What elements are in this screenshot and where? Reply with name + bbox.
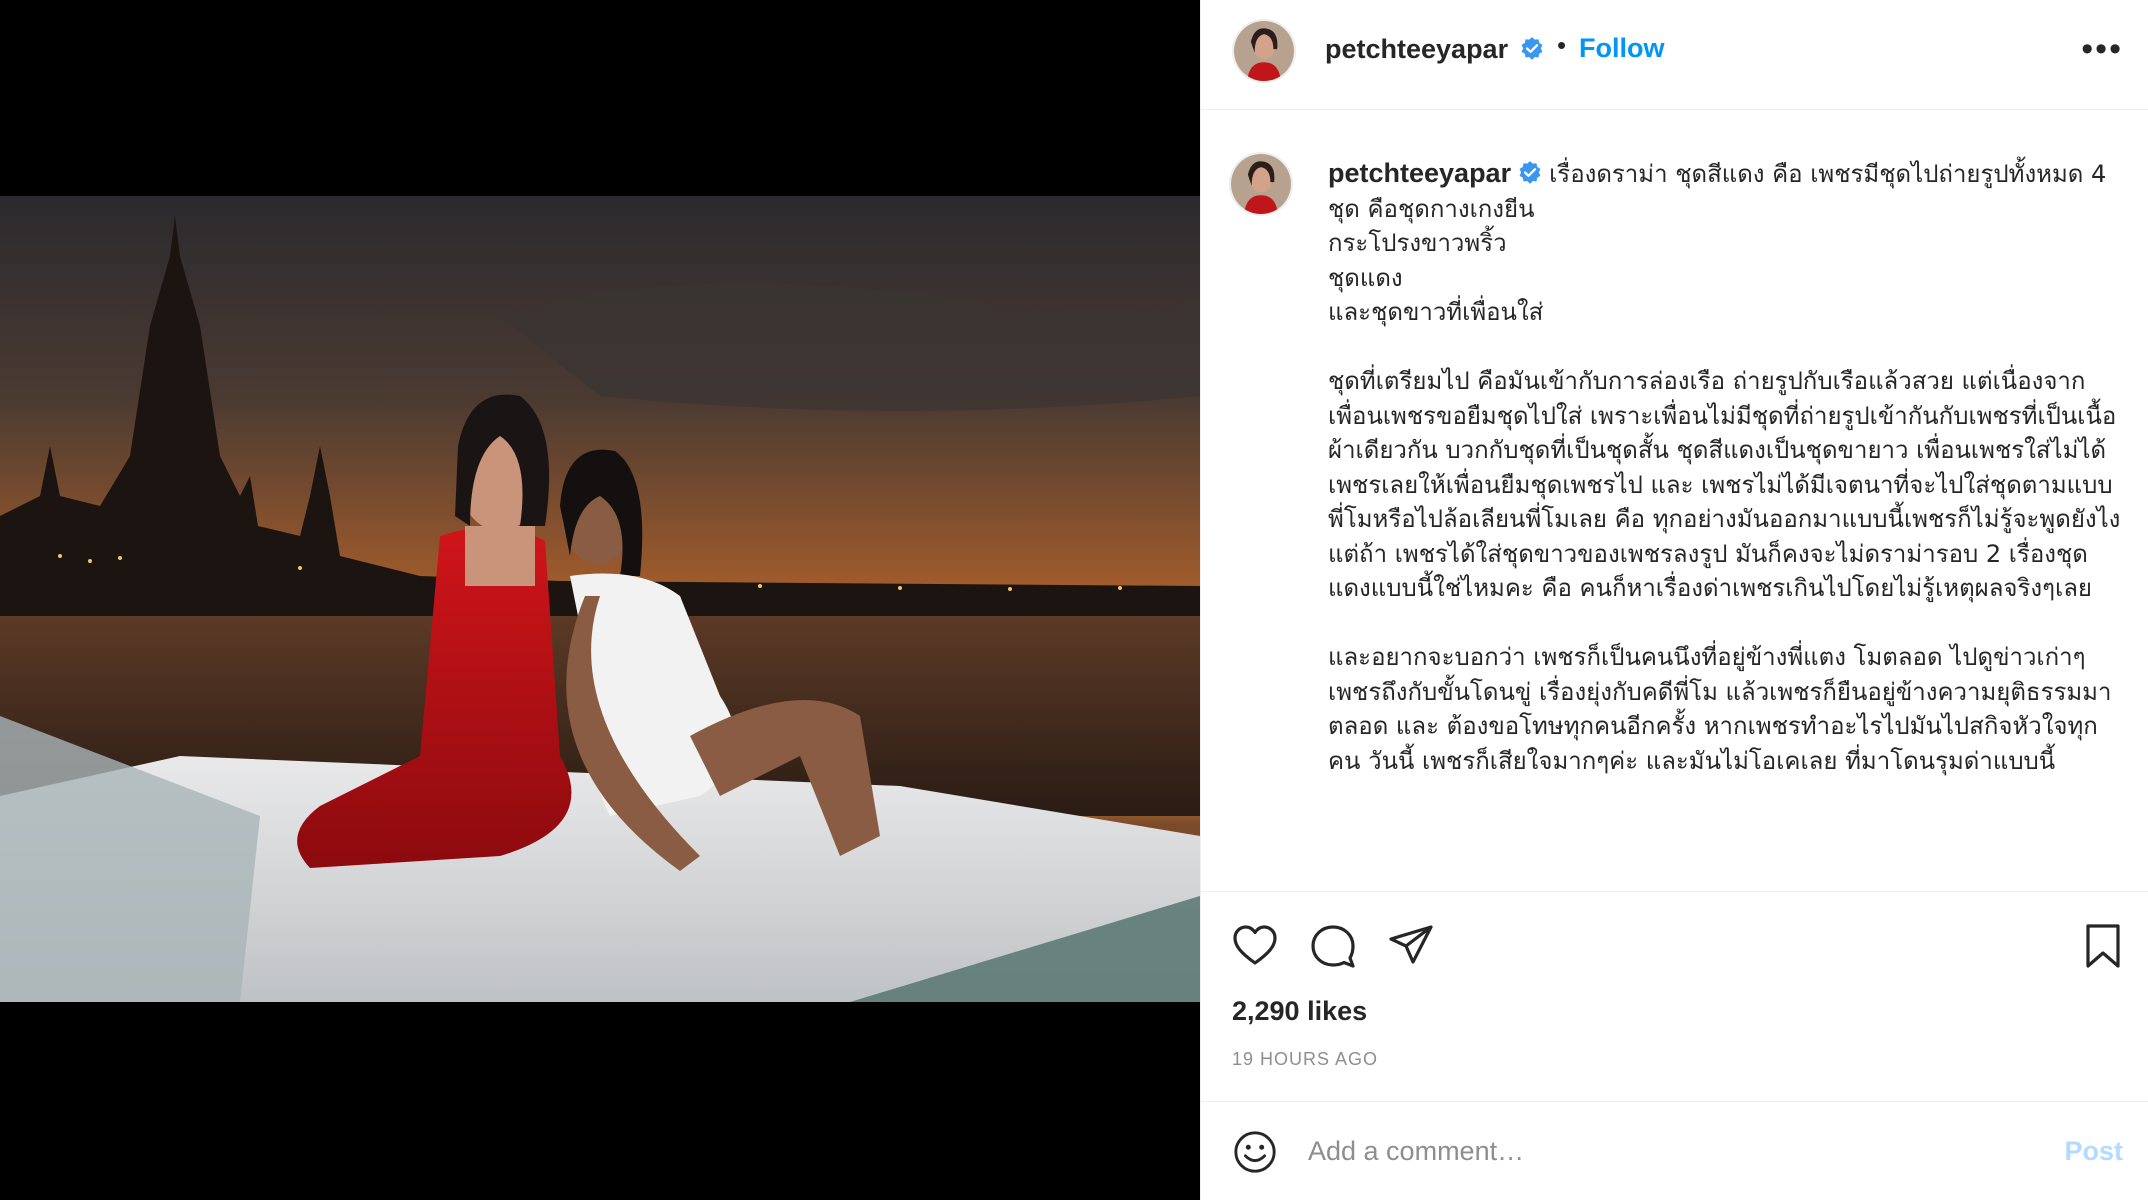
separator-dot: • (1557, 30, 1567, 60)
post-comment-button[interactable]: Post (2064, 1136, 2123, 1167)
avatar[interactable] (1232, 19, 1296, 83)
post-sidebar: petchteeyapar • Follow ••• petchteeyapar… (1200, 0, 2148, 1200)
comment-icon[interactable] (1309, 922, 1357, 970)
avatar-image (1234, 21, 1294, 81)
paper-plane-icon[interactable] (1387, 922, 1435, 970)
heart-icon[interactable] (1231, 922, 1279, 970)
more-options-icon[interactable]: ••• (2081, 30, 2123, 69)
verified-badge-icon (1519, 161, 1541, 184)
comment-input[interactable] (1308, 1128, 2008, 1174)
caption-text: petchteeyapar เรื่องดราม่า ชุดสีแดง คือ เ… (1328, 156, 2128, 778)
post-header: petchteeyapar • Follow ••• (1201, 0, 2148, 110)
username-link[interactable]: petchteeyapar (1325, 34, 1508, 65)
post-photo[interactable] (0, 196, 1200, 1002)
post-timestamp[interactable]: 19 HOURS AGO (1232, 1049, 1378, 1070)
post-media (0, 0, 1200, 1200)
bookmark-icon[interactable] (2079, 922, 2127, 970)
verified-badge-icon (1521, 37, 1543, 60)
action-bar: 2,290 likes 19 HOURS AGO (1201, 892, 2148, 1102)
follow-button[interactable]: Follow (1579, 33, 1664, 64)
caption-body: เรื่องดราม่า ชุดสีแดง คือ เพชรมีชุดไปถ่า… (1328, 160, 2121, 775)
comment-bar: Post (1201, 1102, 2148, 1200)
photo-image (0, 196, 1200, 1002)
caption-avatar[interactable] (1229, 152, 1293, 216)
caption-section[interactable]: petchteeyapar เรื่องดราม่า ชุดสีแดง คือ เ… (1201, 110, 2148, 892)
caption-username[interactable]: petchteeyapar (1328, 158, 1511, 188)
likes-count[interactable]: 2,290 likes (1232, 996, 1367, 1027)
caption-avatar-image (1231, 154, 1291, 214)
smiley-icon[interactable] (1232, 1129, 1278, 1175)
